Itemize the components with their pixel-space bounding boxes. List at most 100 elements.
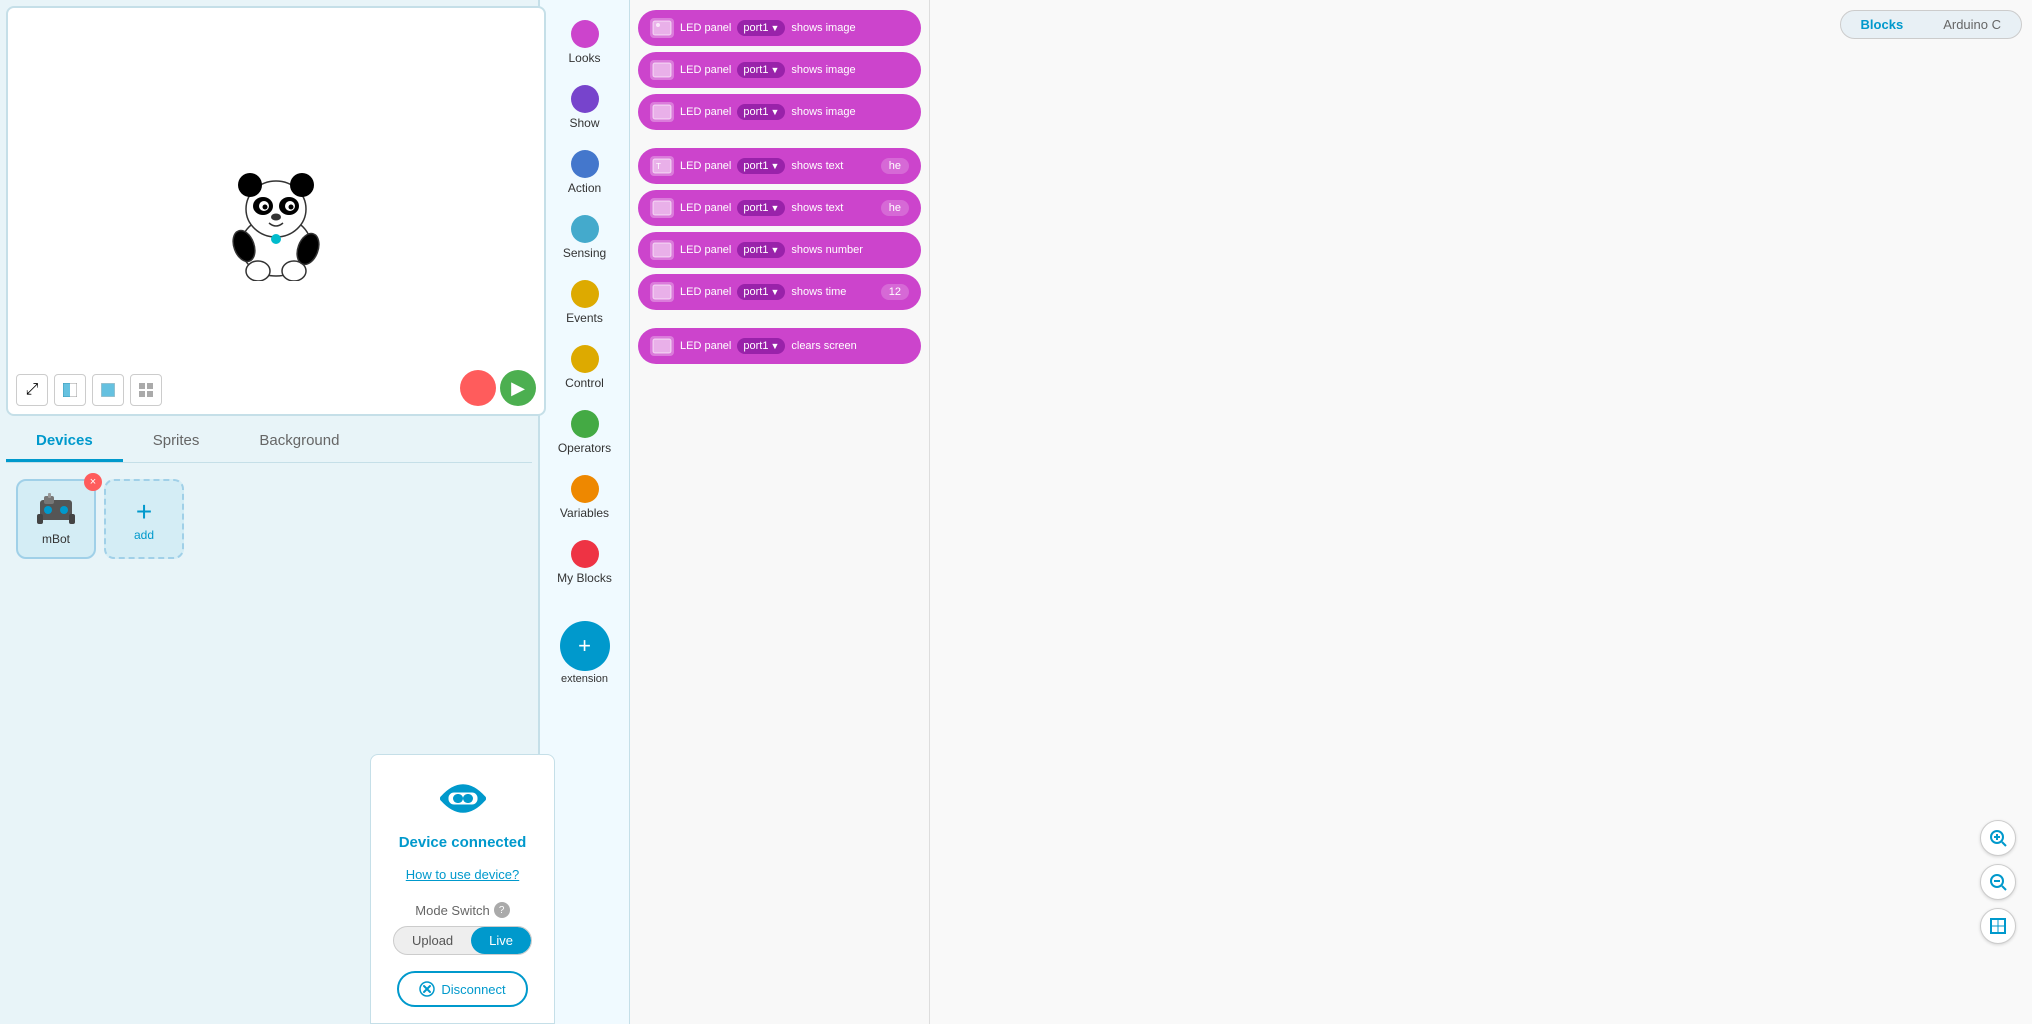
tab-background[interactable]: Background xyxy=(229,422,369,462)
extension-button[interactable]: + xyxy=(560,621,610,671)
block-action-3: shows image xyxy=(791,106,909,118)
block-icon-7 xyxy=(650,282,674,302)
block-led-label-6: LED panel xyxy=(680,244,731,256)
tab-devices[interactable]: Devices xyxy=(6,422,123,462)
block-icon-4: T xyxy=(650,156,674,176)
block-led-time[interactable]: LED panel port1 ▼ shows time 12 xyxy=(638,274,921,310)
block-action-4: shows text xyxy=(791,160,874,172)
block-led-label-4: LED panel xyxy=(680,160,731,172)
looks-label: Looks xyxy=(568,51,600,65)
block-led-label-7: LED panel xyxy=(680,286,731,298)
sensing-label: Sensing xyxy=(563,246,606,260)
mode-switch-label: Mode Switch ? xyxy=(415,902,509,918)
block-led-image-3[interactable]: LED panel port1 ▼ shows image xyxy=(638,94,921,130)
block-led-text-1[interactable]: T LED panel port1 ▼ shows text he xyxy=(638,148,921,184)
control-label: Control xyxy=(565,376,604,390)
looks-dot xyxy=(571,20,599,48)
stage-area: ⤢ ▶ xyxy=(6,6,546,416)
block-icon-1 xyxy=(650,18,674,38)
control-dot xyxy=(571,345,599,373)
block-led-clear[interactable]: LED panel port1 ▼ clears screen xyxy=(638,328,921,364)
block-value-5[interactable]: he xyxy=(881,200,909,216)
add-device-button[interactable]: + add xyxy=(104,479,184,559)
block-led-label-8: LED panel xyxy=(680,340,731,352)
workspace[interactable]: Blocks Arduino C xyxy=(930,0,2032,1024)
block-spacer-1 xyxy=(638,136,921,142)
cat-myblocks[interactable]: My Blocks xyxy=(540,530,629,595)
block-icon-6 xyxy=(650,240,674,260)
live-mode-button[interactable]: Live xyxy=(471,927,531,954)
grid-stage-button[interactable] xyxy=(130,374,162,406)
block-port-2[interactable]: port1 ▼ xyxy=(737,62,785,78)
show-label: Show xyxy=(569,116,599,130)
block-port-4[interactable]: port1 ▼ xyxy=(737,158,785,174)
operators-label: Operators xyxy=(558,441,611,455)
stop-button[interactable] xyxy=(460,370,496,406)
panda-sprite xyxy=(216,141,336,281)
zoom-out-button[interactable] xyxy=(1980,864,2016,900)
block-port-5[interactable]: port1 ▼ xyxy=(737,200,785,216)
help-icon[interactable]: ? xyxy=(494,902,510,918)
show-dot xyxy=(571,85,599,113)
block-led-number[interactable]: LED panel port1 ▼ shows number xyxy=(638,232,921,268)
workspace-tabs: Blocks Arduino C xyxy=(1840,10,2022,39)
block-action-7: shows time xyxy=(791,286,874,298)
block-action-8: clears screen xyxy=(791,340,909,352)
stage-controls: ⤢ xyxy=(16,374,162,406)
action-label: Action xyxy=(568,181,601,195)
block-port-8[interactable]: port1 ▼ xyxy=(737,338,785,354)
tab-arduino[interactable]: Arduino C xyxy=(1923,11,2021,38)
block-led-text-2[interactable]: LED panel port1 ▼ shows text he xyxy=(638,190,921,226)
variables-label: Variables xyxy=(560,506,609,520)
fit-screen-button[interactable] xyxy=(1980,908,2016,944)
how-to-link[interactable]: How to use device? xyxy=(406,867,519,882)
mbot-label: mBot xyxy=(42,532,70,546)
cat-operators[interactable]: Operators xyxy=(540,400,629,465)
disconnect-button[interactable]: Disconnect xyxy=(397,971,527,1007)
cat-sensing[interactable]: Sensing xyxy=(540,205,629,270)
connected-text: Device connected xyxy=(399,834,527,851)
sensing-dot xyxy=(571,215,599,243)
cat-looks[interactable]: Looks xyxy=(540,10,629,75)
cat-events[interactable]: Events xyxy=(540,270,629,335)
expand-stage-button[interactable]: ⤢ xyxy=(16,374,48,406)
block-icon-2 xyxy=(650,60,674,80)
block-led-label-3: LED panel xyxy=(680,106,731,118)
cat-show[interactable]: Show xyxy=(540,75,629,140)
close-mbot-button[interactable]: × xyxy=(84,473,102,491)
block-value-4[interactable]: he xyxy=(881,158,909,174)
myblocks-dot xyxy=(571,540,599,568)
add-plus-icon: + xyxy=(136,496,152,528)
block-led-image-2[interactable]: LED panel port1 ▼ shows image xyxy=(638,52,921,88)
variables-dot xyxy=(571,475,599,503)
disconnect-label: Disconnect xyxy=(441,982,505,997)
block-action-2: shows image xyxy=(791,64,909,76)
go-button[interactable]: ▶ xyxy=(500,370,536,406)
cat-variables[interactable]: Variables xyxy=(540,465,629,530)
block-port-3[interactable]: port1 ▼ xyxy=(737,104,785,120)
tab-sprites[interactable]: Sprites xyxy=(123,422,230,462)
block-icon-5 xyxy=(650,198,674,218)
block-spacer-2 xyxy=(638,316,921,322)
block-led-label-2: LED panel xyxy=(680,64,731,76)
tab-blocks[interactable]: Blocks xyxy=(1841,11,1924,38)
mode-toggle: Upload Live xyxy=(393,926,532,955)
block-port-1[interactable]: port1 ▼ xyxy=(737,20,785,36)
cat-action[interactable]: Action xyxy=(540,140,629,205)
block-led-image-1[interactable]: LED panel port1 ▼ shows image xyxy=(638,10,921,46)
zoom-in-button[interactable] xyxy=(1980,820,2016,856)
half-stage-button[interactable] xyxy=(54,374,86,406)
blocks-panel: LED panel port1 ▼ shows image LED panel … xyxy=(630,0,930,1024)
devices-area: × mBot + add xyxy=(6,469,532,1018)
cat-control[interactable]: Control xyxy=(540,335,629,400)
block-action-6: shows number xyxy=(791,244,909,256)
events-dot xyxy=(571,280,599,308)
add-label: add xyxy=(134,528,154,542)
full-stage-button[interactable] xyxy=(92,374,124,406)
block-port-6[interactable]: port1 ▼ xyxy=(737,242,785,258)
block-port-7[interactable]: port1 ▼ xyxy=(737,284,785,300)
svg-text:T: T xyxy=(656,162,661,171)
upload-mode-button[interactable]: Upload xyxy=(394,927,471,954)
device-mbot[interactable]: × mBot xyxy=(16,479,96,559)
block-value-7[interactable]: 12 xyxy=(881,284,909,300)
